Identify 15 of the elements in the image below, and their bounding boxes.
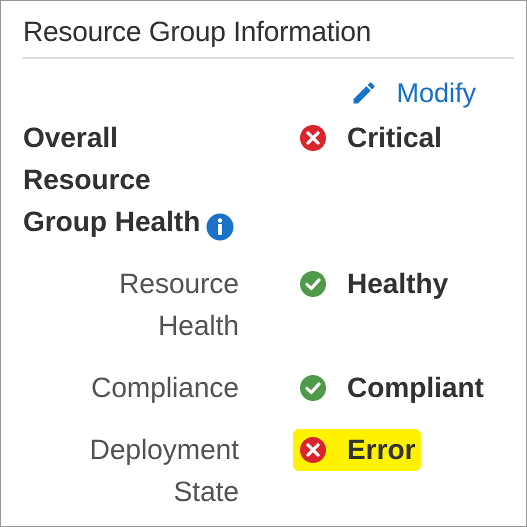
status-text: Critical [347,121,442,156]
field-label: Deployment State [88,433,239,510]
check-circle-icon [299,270,327,298]
x-circle-icon [299,124,327,152]
field-label: Compliance [91,371,239,406]
status-text: Error [347,433,416,468]
field-label: Overall Resource Group Health [23,122,200,238]
panel-title: Resource Group Information [23,15,514,59]
status-text: Healthy [347,267,448,302]
modify-link[interactable]: Modify [350,72,476,114]
field-label: Resource Health [118,267,239,344]
status-text: Compliant [347,371,484,406]
x-circle-icon [299,436,327,464]
check-circle-icon [299,374,327,402]
info-icon[interactable] [206,212,234,241]
